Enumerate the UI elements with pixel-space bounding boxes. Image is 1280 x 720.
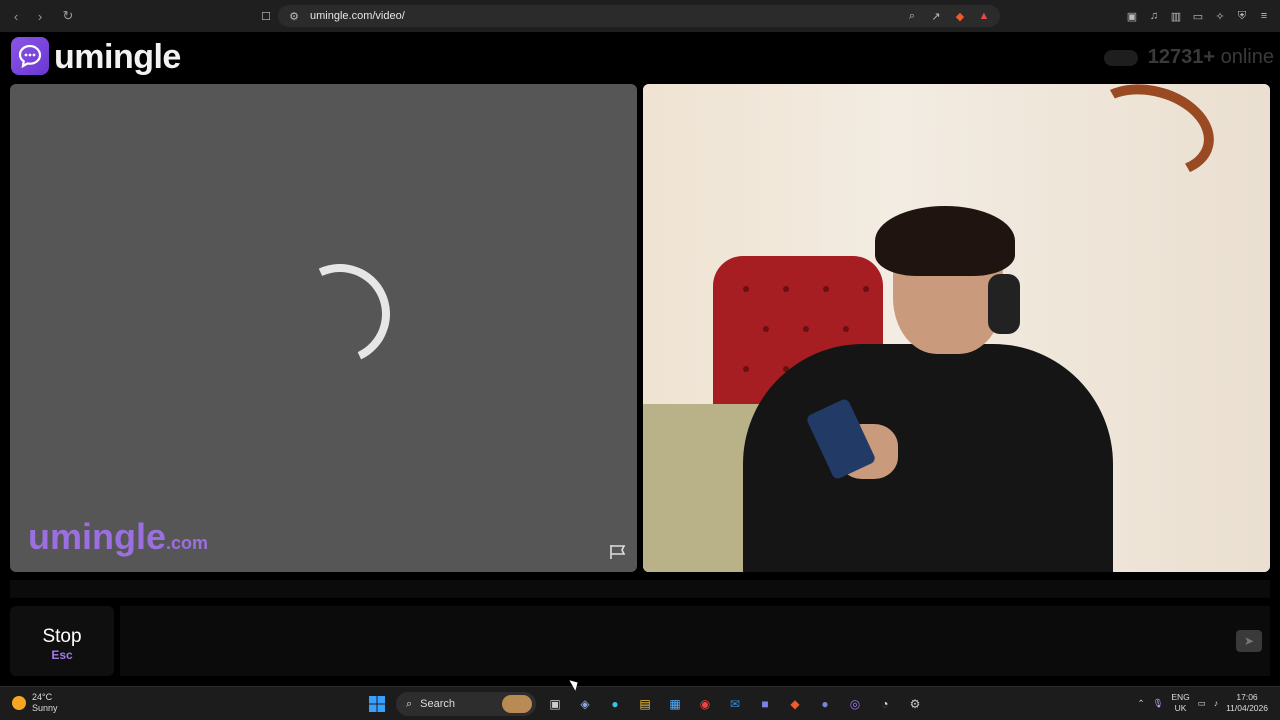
clock-date: 11/04/2026	[1226, 703, 1268, 713]
sun-icon	[12, 696, 26, 710]
brave-rewards-icon[interactable]: ▲	[976, 8, 992, 24]
chat-input[interactable]	[120, 606, 1270, 676]
chat-bar: Stop Esc ➤	[0, 598, 1280, 684]
send-icon[interactable]: ➤	[1236, 630, 1262, 652]
language-indicator[interactable]: ENG UK	[1171, 692, 1189, 714]
loading-spinner	[275, 249, 405, 379]
search-highlight-icon	[502, 695, 532, 713]
temperature: 24°C	[32, 692, 53, 702]
weather-widget[interactable]: 24°C Sunny	[12, 692, 58, 714]
copilot-icon[interactable]: ◈	[574, 693, 596, 715]
brand-logo[interactable]: umingle	[54, 38, 181, 77]
leo-icon[interactable]: ✧	[1212, 8, 1228, 24]
stop-shortcut: Esc	[51, 648, 73, 662]
stop-label: Stop	[42, 626, 82, 647]
outlook-icon[interactable]: ✉	[724, 693, 746, 715]
teams-icon[interactable]: ■	[754, 693, 776, 715]
clock[interactable]: 17:06 11/04/2026	[1226, 692, 1268, 714]
self-video	[643, 84, 1270, 572]
chrome-icon[interactable]: ◉	[694, 693, 716, 715]
windows-taskbar: 24°C Sunny ⌕ Search ▣ ◈ ● ▤ ▦ ◉ ✉ ■ ◆ ● …	[0, 686, 1280, 720]
theme-toggle[interactable]	[1103, 49, 1138, 66]
edge-icon[interactable]: ●	[604, 693, 626, 715]
status-strip	[10, 580, 1270, 598]
taskbar-search[interactable]: ⌕ Search	[396, 692, 536, 716]
vpn-icon[interactable]: ⛨	[1234, 8, 1250, 24]
site-header: umingle 12731+ online	[0, 32, 1280, 84]
forward-icon[interactable]: ›	[30, 6, 50, 26]
site-info-icon[interactable]: ⚙	[286, 8, 302, 24]
menu-icon[interactable]: ≡	[1256, 8, 1272, 24]
umingle-watermark: umingle.com	[28, 516, 209, 557]
system-tray: ⌃ 🎙 ENG UK ▭ ♪ 17:06 11/04/2026	[1137, 692, 1268, 714]
discord-icon[interactable]: ●	[814, 693, 836, 715]
address-bar[interactable]: ⚙ umingle.com/video/ ⌕ ↗ ◆ ▲	[278, 5, 1000, 27]
windows-start-icon[interactable]	[366, 693, 388, 715]
bookmark-icon[interactable]: ☐	[258, 8, 274, 24]
sidebar-icon[interactable]: ▥	[1168, 8, 1184, 24]
headset	[988, 274, 1020, 334]
extensions-area: ▣ ♫ ▥ ▭ ✧ ⛨ ≡	[1124, 8, 1272, 24]
volume-icon[interactable]: ♪	[1214, 698, 1218, 708]
stranger-video: umingle.com	[10, 84, 637, 572]
store-icon[interactable]: ▦	[664, 693, 686, 715]
chat-bubble-icon[interactable]	[11, 37, 49, 75]
microphone-icon[interactable]: 🎙	[1153, 698, 1164, 709]
media-icon[interactable]: ♫	[1146, 8, 1162, 24]
url-text[interactable]: umingle.com/video/	[310, 10, 405, 22]
settings-icon[interactable]: ⚙	[904, 693, 926, 715]
online-count: 12731+	[1147, 46, 1216, 68]
taskbar-apps: ⌕ Search ▣ ◈ ● ▤ ▦ ◉ ✉ ■ ◆ ● ◎ ◔ ⚙	[366, 692, 926, 716]
stop-button[interactable]: Stop Esc	[10, 606, 114, 676]
browser-toolbar: ‹ › ↻ ☐ ⚙ umingle.com/video/ ⌕ ↗ ◆ ▲ ▣ ♫…	[0, 0, 1280, 32]
file-explorer-icon[interactable]: ▤	[634, 693, 656, 715]
tray-chevron-icon[interactable]: ⌃	[1137, 698, 1144, 709]
search-icon: ⌕	[406, 697, 413, 710]
wallet-icon[interactable]: ▭	[1190, 8, 1206, 24]
clock-time: 17:06	[1236, 692, 1258, 702]
person	[743, 344, 1113, 572]
share-icon[interactable]: ↗	[928, 8, 944, 24]
zoom-icon[interactable]: ⌕	[904, 8, 920, 24]
online-counter: 12731+ online	[1103, 46, 1274, 69]
reload-icon[interactable]: ↻	[58, 6, 78, 26]
network-icon[interactable]: ▭	[1198, 698, 1206, 709]
online-label: online	[1220, 46, 1274, 68]
search-label: Search	[420, 698, 456, 710]
back-icon[interactable]: ‹	[6, 6, 26, 26]
recorder-icon[interactable]: ◎	[844, 693, 866, 715]
brave-shields-icon[interactable]: ◆	[952, 8, 968, 24]
person-hair	[875, 206, 1015, 276]
timer-icon[interactable]: ◔	[874, 693, 896, 715]
tab-search-icon[interactable]: ▣	[1124, 8, 1140, 24]
task-view-icon[interactable]: ▣	[544, 693, 566, 715]
brave-icon[interactable]: ◆	[784, 693, 806, 715]
report-flag-icon[interactable]	[609, 544, 627, 560]
weather-condition: Sunny	[32, 703, 58, 713]
